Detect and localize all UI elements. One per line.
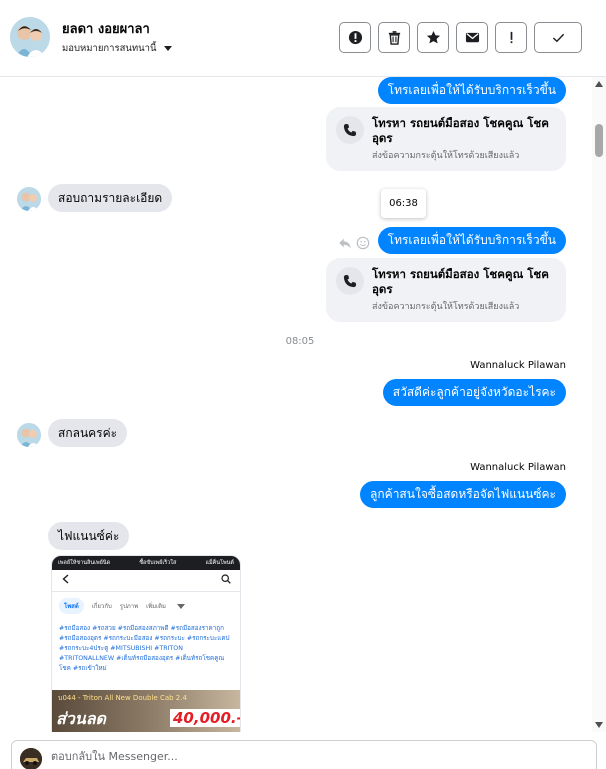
outgoing-message[interactable]: สวัสดีค่ะลูกค้าอยู่จังหวัดอะไรคะ (382, 379, 566, 406)
call-prompt-card[interactable]: โทรหา รถยนต์มือสอง โชคคูณ โชค อุดร ส่งข้… (326, 107, 566, 171)
assign-label: มอบหมายการสนทนานี้ (62, 43, 157, 54)
envelope-icon (465, 32, 479, 43)
attachment-topbar: เพลย์ให้ชานลินเพย์นิด ซื้อขับเพย์เร็วใส … (52, 556, 240, 570)
caret-down-icon (163, 46, 172, 51)
banner-discount-amount: 40,000.- (170, 709, 240, 727)
attachment-tab: เกี่ยวกับ (91, 603, 112, 610)
caret-down-icon (176, 603, 185, 609)
attachment-navbar (52, 570, 240, 592)
conversation-actions (339, 22, 582, 53)
attachment-promo-banner: บ044 - Triton All New Double Cab 2.4 ส่ว… (52, 690, 240, 732)
emoji-reaction-icon[interactable] (356, 236, 370, 250)
exclamation-icon (510, 31, 512, 44)
trash-icon (388, 31, 400, 45)
done-button[interactable] (534, 22, 582, 53)
contact-avatar[interactable] (10, 17, 50, 57)
delete-button[interactable] (378, 22, 410, 53)
reply-composer (11, 740, 597, 769)
attachment-tabs: โพสต์ เกี่ยวกับ รูปภาพ เพิ่มเติม (52, 592, 240, 620)
banner-model-text: บ044 - Triton All New Double Cab 2.4 (58, 694, 187, 702)
scroll-up-arrow-icon[interactable] (595, 81, 603, 87)
follow-up-button[interactable] (495, 22, 527, 53)
reply-input[interactable] (51, 750, 571, 763)
attachment-tab: รูปภาพ (119, 603, 139, 610)
sender-name: Wannaluck Pilawan (470, 360, 566, 371)
call-card-subtitle: ส่งข้อความกระตุ้นให้โทรด้วยเสียงแล้ว (372, 151, 520, 161)
incoming-message[interactable]: สกลนครค่ะ (48, 419, 128, 447)
scroll-down-arrow-icon[interactable] (595, 722, 603, 728)
phone-icon (336, 116, 364, 144)
attachment-topbar-mid: ซื้อขับเพย์เร็วใส (139, 560, 177, 566)
banner-discount-label: ส่วนลด (56, 709, 106, 728)
time-divider: 08:05 (285, 336, 315, 347)
assign-conversation-dropdown[interactable]: มอบหมายการสนทนานี้ (62, 41, 172, 56)
attachment-topbar-left: เพลย์ให้ชานลินเพย์นิด (58, 560, 111, 566)
incoming-message[interactable]: ไฟแนนซ์ค่ะ (48, 522, 130, 550)
spam-button[interactable] (339, 22, 371, 53)
mark-unread-button[interactable] (456, 22, 488, 53)
inbox-conversation: ยลดา งอยผาลา มอบหมายการสนทนานี้ โทรเลยเพ… (0, 0, 606, 769)
outgoing-message[interactable]: ลูกค้าสนใจซื้อสดหรือจัดไฟแนนซ์คะ (360, 481, 566, 508)
contact-name[interactable]: ยลดา งอยผาลา (62, 18, 150, 39)
message-hover-tools (338, 236, 370, 250)
contact-avatar-small (17, 423, 41, 447)
call-prompt-card[interactable]: โทรหา รถยนต์มือสอง โชคคูณ โชค อุดร ส่งข้… (326, 258, 566, 322)
phone-icon (336, 267, 364, 295)
image-attachment[interactable]: เพลย์ให้ชานลินเพย์นิด ซื้อขับเพย์เร็วใส … (51, 555, 241, 732)
back-arrow-icon (61, 574, 71, 587)
call-card-title: โทรหา รถยนต์มือสอง โชคคูณ โชค อุดร (372, 267, 549, 296)
conversation-header: ยลดา งอยผาลา มอบหมายการสนทนานี้ (0, 0, 606, 77)
attachment-tab: โพสต์ (59, 598, 84, 614)
star-button[interactable] (417, 22, 449, 53)
thread-scrollbar[interactable] (592, 77, 606, 732)
sender-name: Wannaluck Pilawan (470, 462, 566, 473)
message-thread: โทรเลยเพื่อให้ได้รับบริการเร็วขึ้น โทรหา… (0, 77, 592, 732)
call-card-subtitle: ส่งข้อความกระตุ้นให้โทรด้วยเสียงแล้ว (372, 302, 520, 312)
call-card-title: โทรหา รถยนต์มือสอง โชคคูณ โชค อุดร (372, 116, 549, 145)
star-icon (426, 30, 440, 44)
search-icon (221, 574, 231, 587)
page-avatar (20, 748, 42, 769)
outgoing-message[interactable]: โทรเลยเพื่อให้ได้รับบริการเร็วขึ้น (377, 77, 566, 104)
alert-circle-icon (348, 30, 362, 45)
reply-icon[interactable] (338, 236, 352, 250)
check-icon (552, 33, 564, 43)
contact-avatar-small (17, 187, 41, 211)
attachment-tab: เพิ่มเติม (146, 603, 166, 610)
attachment-hashtags: #รถมือสอง #รถสวย #รถมือสองสภาพดี #รถมือส… (59, 625, 230, 672)
attachment-topbar-right: แม็ค็นโพนต์ (205, 560, 234, 566)
outgoing-message[interactable]: โทรเลยเพื่อให้ได้รับบริการเร็วขึ้น (377, 227, 566, 254)
timestamp-tooltip: 06:38 (381, 189, 426, 218)
scroll-thumb[interactable] (595, 124, 603, 157)
incoming-message[interactable]: สอบถามรายละเอียด (48, 184, 173, 212)
